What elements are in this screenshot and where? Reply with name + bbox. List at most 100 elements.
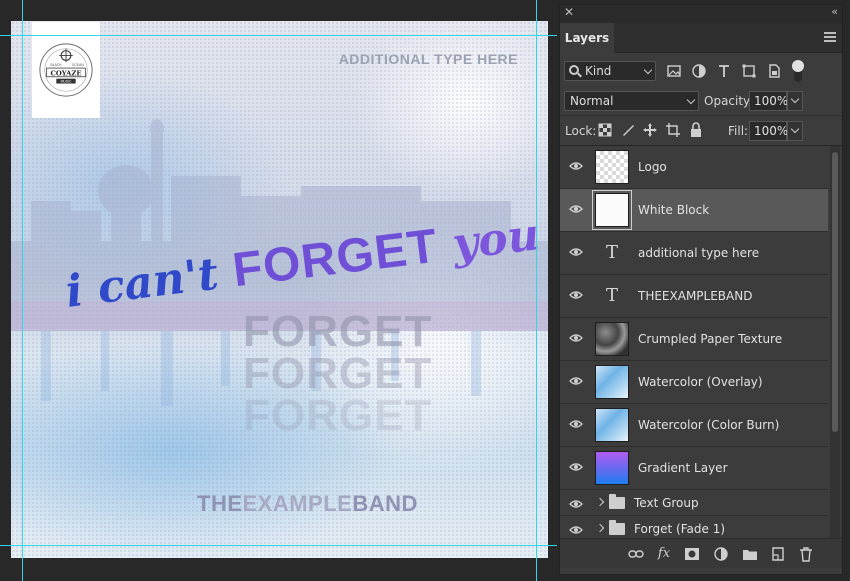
link-layers-icon[interactable] [628,546,644,562]
adjustment-filter-icon[interactable] [691,63,707,79]
filter-row: Kind [560,60,842,86]
filter-kind-select[interactable]: Kind [564,61,656,81]
lock-image-pixels-icon[interactable] [620,122,636,138]
visibility-eye-icon[interactable] [569,333,583,343]
lock-label: Lock: [565,124,597,138]
lock-transparent-pixels-icon[interactable] [597,122,613,138]
trash-icon[interactable] [798,546,814,562]
folder-icon [609,520,625,535]
smart-object-filter-icon[interactable] [766,63,782,79]
lock-all-icon[interactable] [688,122,704,138]
type-layer-icon: T [605,242,618,263]
band-name-part-2: EXAMPLE [242,491,353,516]
layer-thumbnail [592,190,632,230]
opacity-dropdown[interactable] [787,91,803,111]
chevron-right-icon[interactable] [595,497,605,507]
layer-group-text[interactable]: Text Group [560,490,828,516]
panel-title-bar: ✕ ‹‹ [560,5,842,23]
chevron-right-icon[interactable] [595,523,605,533]
layer-row-watercolor-color-burn[interactable]: Watercolor (Color Burn) [560,404,828,447]
new-layer-icon[interactable] [770,546,786,562]
guide-vertical-left[interactable] [22,0,23,581]
band-name-part-1: THE [197,491,243,516]
layer-group-forget-fade-1[interactable]: Forget (Fade 1) [560,516,828,538]
layer-thumbnail [595,365,629,399]
layer-name: THEEXAMPLEBAND [638,289,753,303]
artboard[interactable]: BLACK OCEAN COYAZE MUSIC ADDITIONAL TYPE… [11,21,548,558]
image-filter-icon[interactable] [666,63,682,79]
tab-layers[interactable]: Layers [560,23,614,53]
visibility-eye-icon[interactable] [569,419,583,429]
new-group-folder-icon[interactable] [742,546,758,562]
layer-thumbnail [595,408,629,442]
layers-list[interactable]: Logo White Block T additional type here … [560,146,828,538]
visibility-eye-icon[interactable] [569,462,583,472]
adjustment-layer-icon[interactable] [713,546,729,562]
opacity-label: Opacity: [704,94,754,108]
visibility-eye-icon[interactable] [569,499,583,509]
visibility-eye-icon[interactable] [569,290,583,300]
layer-name: Watercolor (Color Burn) [638,418,780,432]
lock-row: Lock: Fill: 100% [560,118,842,146]
folder-icon [609,494,625,509]
layer-row-watercolor-overlay[interactable]: Watercolor (Overlay) [560,361,828,404]
logo-seal: BLACK OCEAN COYAZE MUSIC [39,43,93,97]
layer-row-logo[interactable]: Logo [560,146,828,189]
fill-dropdown[interactable] [787,121,803,141]
blend-mode-select[interactable]: Normal [564,91,699,111]
guide-vertical-right[interactable] [536,0,537,581]
lock-position-icon[interactable] [642,122,658,138]
logo-top-right-text: OCEAN [72,63,85,67]
panel-menu-icon[interactable] [824,32,836,42]
visibility-eye-icon[interactable] [569,525,583,535]
layers-scrollbar[interactable] [830,146,840,538]
visibility-eye-icon[interactable] [569,161,583,171]
fx-icon[interactable]: fx [656,546,672,562]
additional-type-text: ADDITIONAL TYPE HERE [338,51,518,67]
type-filter-icon[interactable] [716,63,732,79]
layer-name: Crumpled Paper Texture [638,332,783,346]
layer-name: Logo [638,160,667,174]
close-panel-icon[interactable]: ✕ [564,5,574,19]
layer-row-theexampleband[interactable]: T THEEXAMPLEBAND [560,275,828,318]
lock-artboard-icon[interactable] [665,122,681,138]
logo-name-text: COYAZE [51,69,82,77]
opacity-input[interactable]: 100% [749,91,788,111]
add-mask-icon[interactable] [684,546,700,562]
logo-white-block: BLACK OCEAN COYAZE MUSIC [32,22,100,118]
logo-sub-text: MUSIC [61,80,72,84]
layer-row-gradient[interactable]: Gradient Layer [560,447,828,490]
layer-row-white-block[interactable]: White Block [560,189,828,232]
type-layer-icon: T [605,285,618,306]
panel-tab-row: Layers [560,23,842,53]
layer-name: White Block [638,203,710,217]
guide-horizontal-bottom[interactable] [0,545,557,546]
chevron-down-icon [686,95,696,105]
canvas-workspace[interactable]: BLACK OCEAN COYAZE MUSIC ADDITIONAL TYPE… [0,0,557,581]
script-title-part-1: i can't [62,246,237,318]
fill-input[interactable]: 100% [749,121,788,141]
layer-name: Forget (Fade 1) [634,522,726,536]
filter-toggle-switch[interactable] [792,60,804,82]
blend-row: Normal Opacity: 100% [560,90,842,116]
shape-filter-icon[interactable] [741,63,757,79]
visibility-eye-icon[interactable] [569,376,583,386]
chevron-down-icon [790,124,800,134]
band-name-text: THEEXAMPLEBAND [197,491,418,517]
logo-top-left-text: BLACK [51,63,63,67]
visibility-eye-icon[interactable] [569,247,583,257]
layer-row-crumpled-paper[interactable]: Crumpled Paper Texture [560,318,828,361]
layers-panel: ✕ ‹‹ Layers Kind Normal Opacity: 100% Lo… [559,4,843,575]
filter-kind-value: Kind [585,64,612,78]
panel-bottom-bar: fx [560,538,842,568]
scrollbar-thumb[interactable] [832,152,838,432]
layer-thumbnail [595,451,629,485]
guide-horizontal-top[interactable] [0,35,557,36]
visibility-eye-icon[interactable] [569,204,583,214]
forget-fade-3: FORGET [243,391,433,440]
search-icon [569,65,579,75]
layer-row-additional-type[interactable]: T additional type here [560,232,828,275]
collapse-panel-icon[interactable]: ‹‹ [831,5,838,18]
layer-thumbnail [595,322,629,356]
band-name-part-3: BAND [352,491,418,516]
